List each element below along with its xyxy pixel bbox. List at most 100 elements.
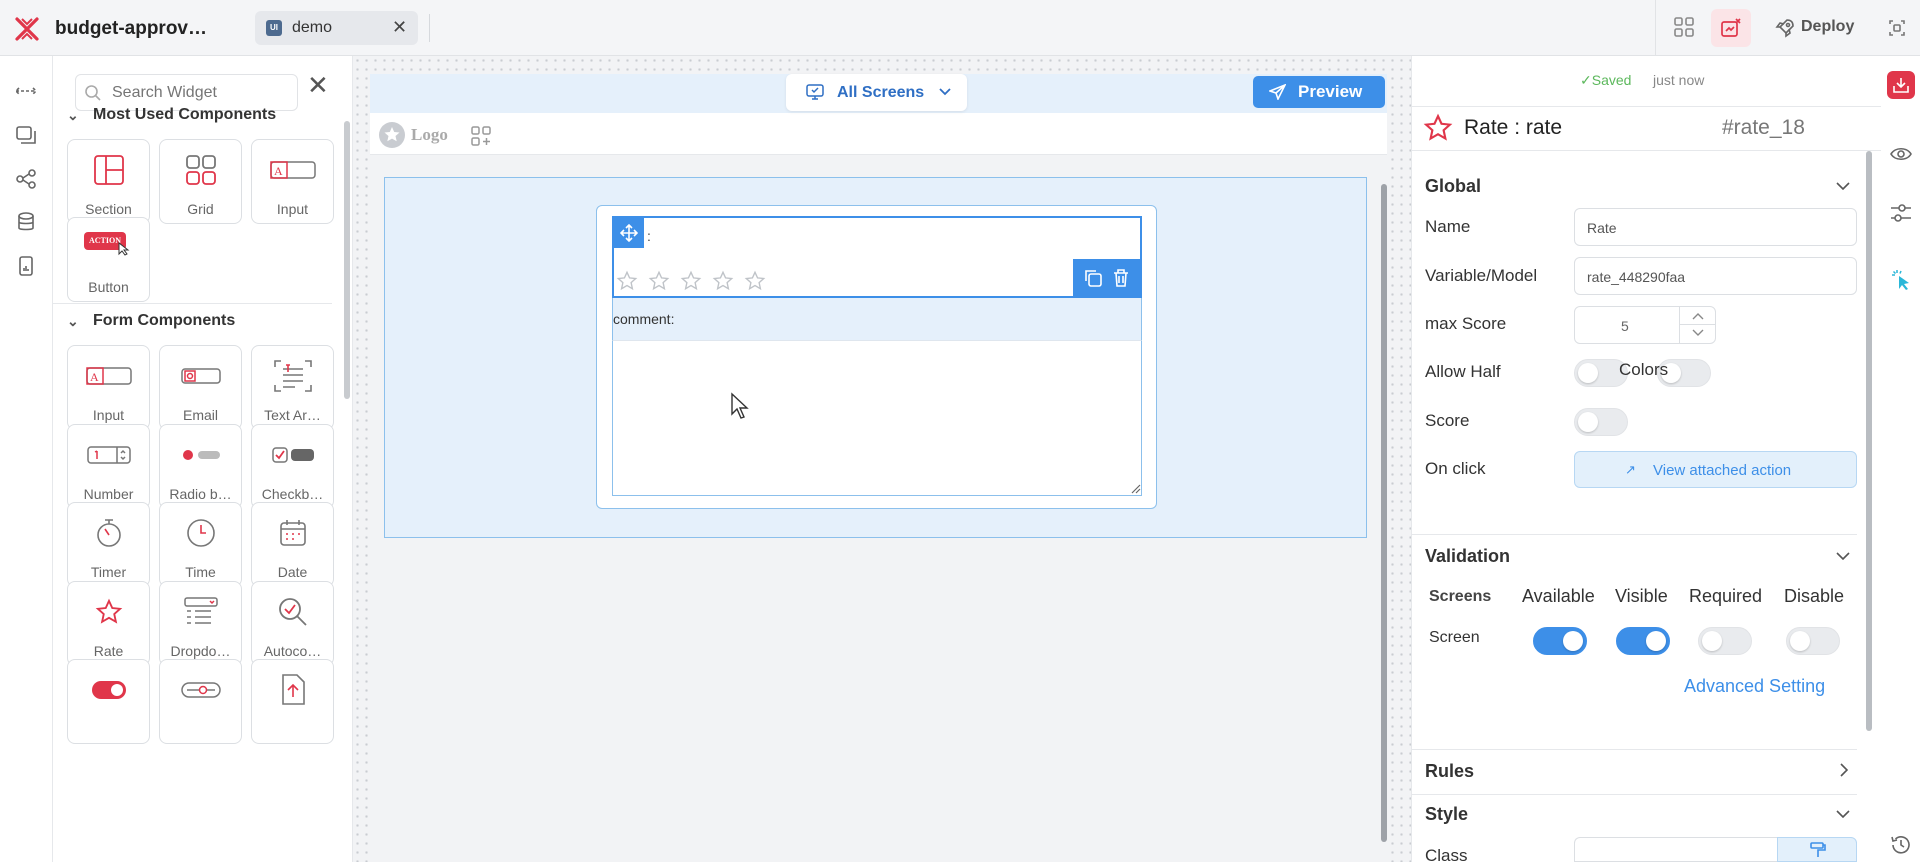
- app-logo-icon[interactable]: [14, 16, 40, 42]
- preview-button[interactable]: Preview: [1253, 76, 1385, 108]
- eye-icon[interactable]: [1890, 146, 1912, 162]
- search-input[interactable]: [112, 81, 292, 105]
- canvas-section[interactable]: : comment:: [384, 177, 1367, 538]
- add-widget-icon[interactable]: [471, 126, 491, 146]
- close-panel-icon[interactable]: ✕: [307, 72, 329, 98]
- cursor-click-icon[interactable]: [1891, 269, 1913, 291]
- canvas-scrollbar[interactable]: [1381, 184, 1387, 842]
- import-button[interactable]: [1887, 71, 1915, 99]
- max-score-input[interactable]: 5: [1574, 306, 1716, 344]
- chevron-up-icon[interactable]: [1692, 312, 1704, 320]
- database-icon[interactable]: [13, 209, 39, 235]
- chevron-right-icon[interactable]: [1840, 763, 1848, 777]
- horizontal-arrows-icon[interactable]: [13, 78, 39, 104]
- chevron-down-icon[interactable]: [1836, 182, 1850, 190]
- validation-required-toggle[interactable]: [1698, 627, 1752, 655]
- saved-label: Saved: [1591, 72, 1632, 88]
- form-container[interactable]: : comment:: [596, 205, 1157, 509]
- screens-icon[interactable]: [13, 122, 39, 148]
- checkbox-icon: [252, 437, 333, 473]
- widget-section[interactable]: Section: [67, 139, 150, 224]
- history-icon[interactable]: [1890, 834, 1912, 856]
- most-used-header[interactable]: ⌄ Most Used Components: [67, 106, 276, 124]
- class-label: Class: [1425, 846, 1468, 865]
- grid-view-icon[interactable]: [1673, 16, 1695, 38]
- rate-star-icon[interactable]: [616, 270, 638, 294]
- widget-number[interactable]: Number: [67, 424, 150, 509]
- rate-widget[interactable]: :: [612, 216, 1142, 298]
- validation-available-toggle[interactable]: [1533, 627, 1587, 655]
- widget-input[interactable]: A Input: [67, 345, 150, 430]
- rate-star-icon[interactable]: [680, 270, 702, 294]
- class-input[interactable]: [1574, 837, 1777, 862]
- on-click-label: On click: [1425, 459, 1486, 478]
- widget-radio[interactable]: Radio b…: [159, 424, 242, 509]
- download-tray-icon: [1892, 76, 1910, 94]
- advanced-setting-link[interactable]: Advanced Setting: [1684, 676, 1825, 697]
- validation-section-title[interactable]: Validation: [1425, 546, 1510, 567]
- calendar-icon: [252, 515, 333, 551]
- widget-grid[interactable]: Grid: [159, 139, 242, 224]
- style-section-title[interactable]: Style: [1425, 804, 1468, 825]
- form-components-header[interactable]: ⌄ Form Components: [67, 312, 235, 330]
- widget-file-upload[interactable]: [251, 659, 334, 744]
- workflow-icon[interactable]: [13, 166, 39, 192]
- variable-input[interactable]: rate_448290faa: [1574, 257, 1857, 295]
- comment-textarea[interactable]: [612, 340, 1142, 496]
- widget-rate[interactable]: Rate: [67, 581, 150, 666]
- tab-demo[interactable]: UI demo ✕: [255, 11, 418, 45]
- chevron-down-icon[interactable]: [1836, 552, 1850, 560]
- properties-scrollbar[interactable]: [1866, 151, 1872, 731]
- grid-icon: [160, 152, 241, 188]
- rules-section-title[interactable]: Rules: [1425, 761, 1474, 782]
- deploy-button[interactable]: Deploy: [1801, 18, 1854, 36]
- validation-visible-toggle[interactable]: [1616, 627, 1670, 655]
- chevron-down-icon[interactable]: [1692, 329, 1704, 337]
- rate-stars[interactable]: [616, 270, 766, 294]
- widget-checkbox[interactable]: Checkb…: [251, 424, 334, 509]
- widget-textarea[interactable]: Text Ar…: [251, 345, 334, 430]
- move-handle[interactable]: [614, 218, 644, 248]
- widget-autocomplete[interactable]: Autoco…: [251, 581, 334, 666]
- widget-input[interactable]: A Input: [251, 139, 334, 224]
- widget-panel-scrollbar[interactable]: [344, 121, 350, 399]
- number-stepper[interactable]: [1679, 307, 1716, 343]
- settings-icon[interactable]: [1886, 17, 1908, 39]
- copy-icon[interactable]: [1083, 268, 1103, 288]
- comment-label-row: comment:: [612, 298, 1142, 340]
- saved-status: ✓Saved: [1580, 72, 1631, 89]
- class-picker-button[interactable]: [1777, 837, 1857, 862]
- name-input[interactable]: Rate: [1574, 208, 1857, 246]
- view-action-button[interactable]: ↗ View attached action: [1574, 451, 1857, 488]
- resize-handle-icon[interactable]: [1131, 484, 1141, 494]
- chevron-down-icon[interactable]: [1836, 810, 1850, 818]
- validation-disable-toggle[interactable]: [1786, 627, 1840, 655]
- delete-icon[interactable]: [1112, 268, 1130, 288]
- widget-toggle[interactable]: [67, 659, 150, 744]
- widget-timer[interactable]: Timer: [67, 502, 150, 587]
- widget-slider[interactable]: [159, 659, 242, 744]
- global-section-title[interactable]: Global: [1425, 176, 1481, 197]
- search-icon: [84, 84, 102, 102]
- sliders-icon[interactable]: [1890, 203, 1912, 223]
- widget-email[interactable]: Email: [159, 345, 242, 430]
- rate-star-icon[interactable]: [648, 270, 670, 294]
- rocket-icon[interactable]: [1774, 17, 1796, 39]
- tile-label: Dropdo…: [170, 643, 231, 659]
- score-toggle[interactable]: [1574, 408, 1628, 436]
- widget-actions: [1073, 259, 1142, 296]
- widget-date[interactable]: Date: [251, 502, 334, 587]
- divider: [1412, 150, 1882, 151]
- edit-mode-button[interactable]: [1711, 9, 1751, 47]
- mobile-device-icon[interactable]: [13, 253, 39, 279]
- widget-button[interactable]: ACTION Button: [67, 217, 150, 302]
- svg-text:A: A: [90, 370, 99, 384]
- radio-icon: [160, 437, 241, 473]
- divider: [53, 303, 332, 304]
- close-tab-icon[interactable]: ✕: [392, 17, 407, 38]
- widget-dropdown[interactable]: Dropdo…: [159, 581, 242, 666]
- screens-dropdown[interactable]: All Screens: [786, 74, 967, 111]
- rate-star-icon[interactable]: [712, 270, 734, 294]
- widget-time[interactable]: Time: [159, 502, 242, 587]
- rate-star-icon[interactable]: [744, 270, 766, 294]
